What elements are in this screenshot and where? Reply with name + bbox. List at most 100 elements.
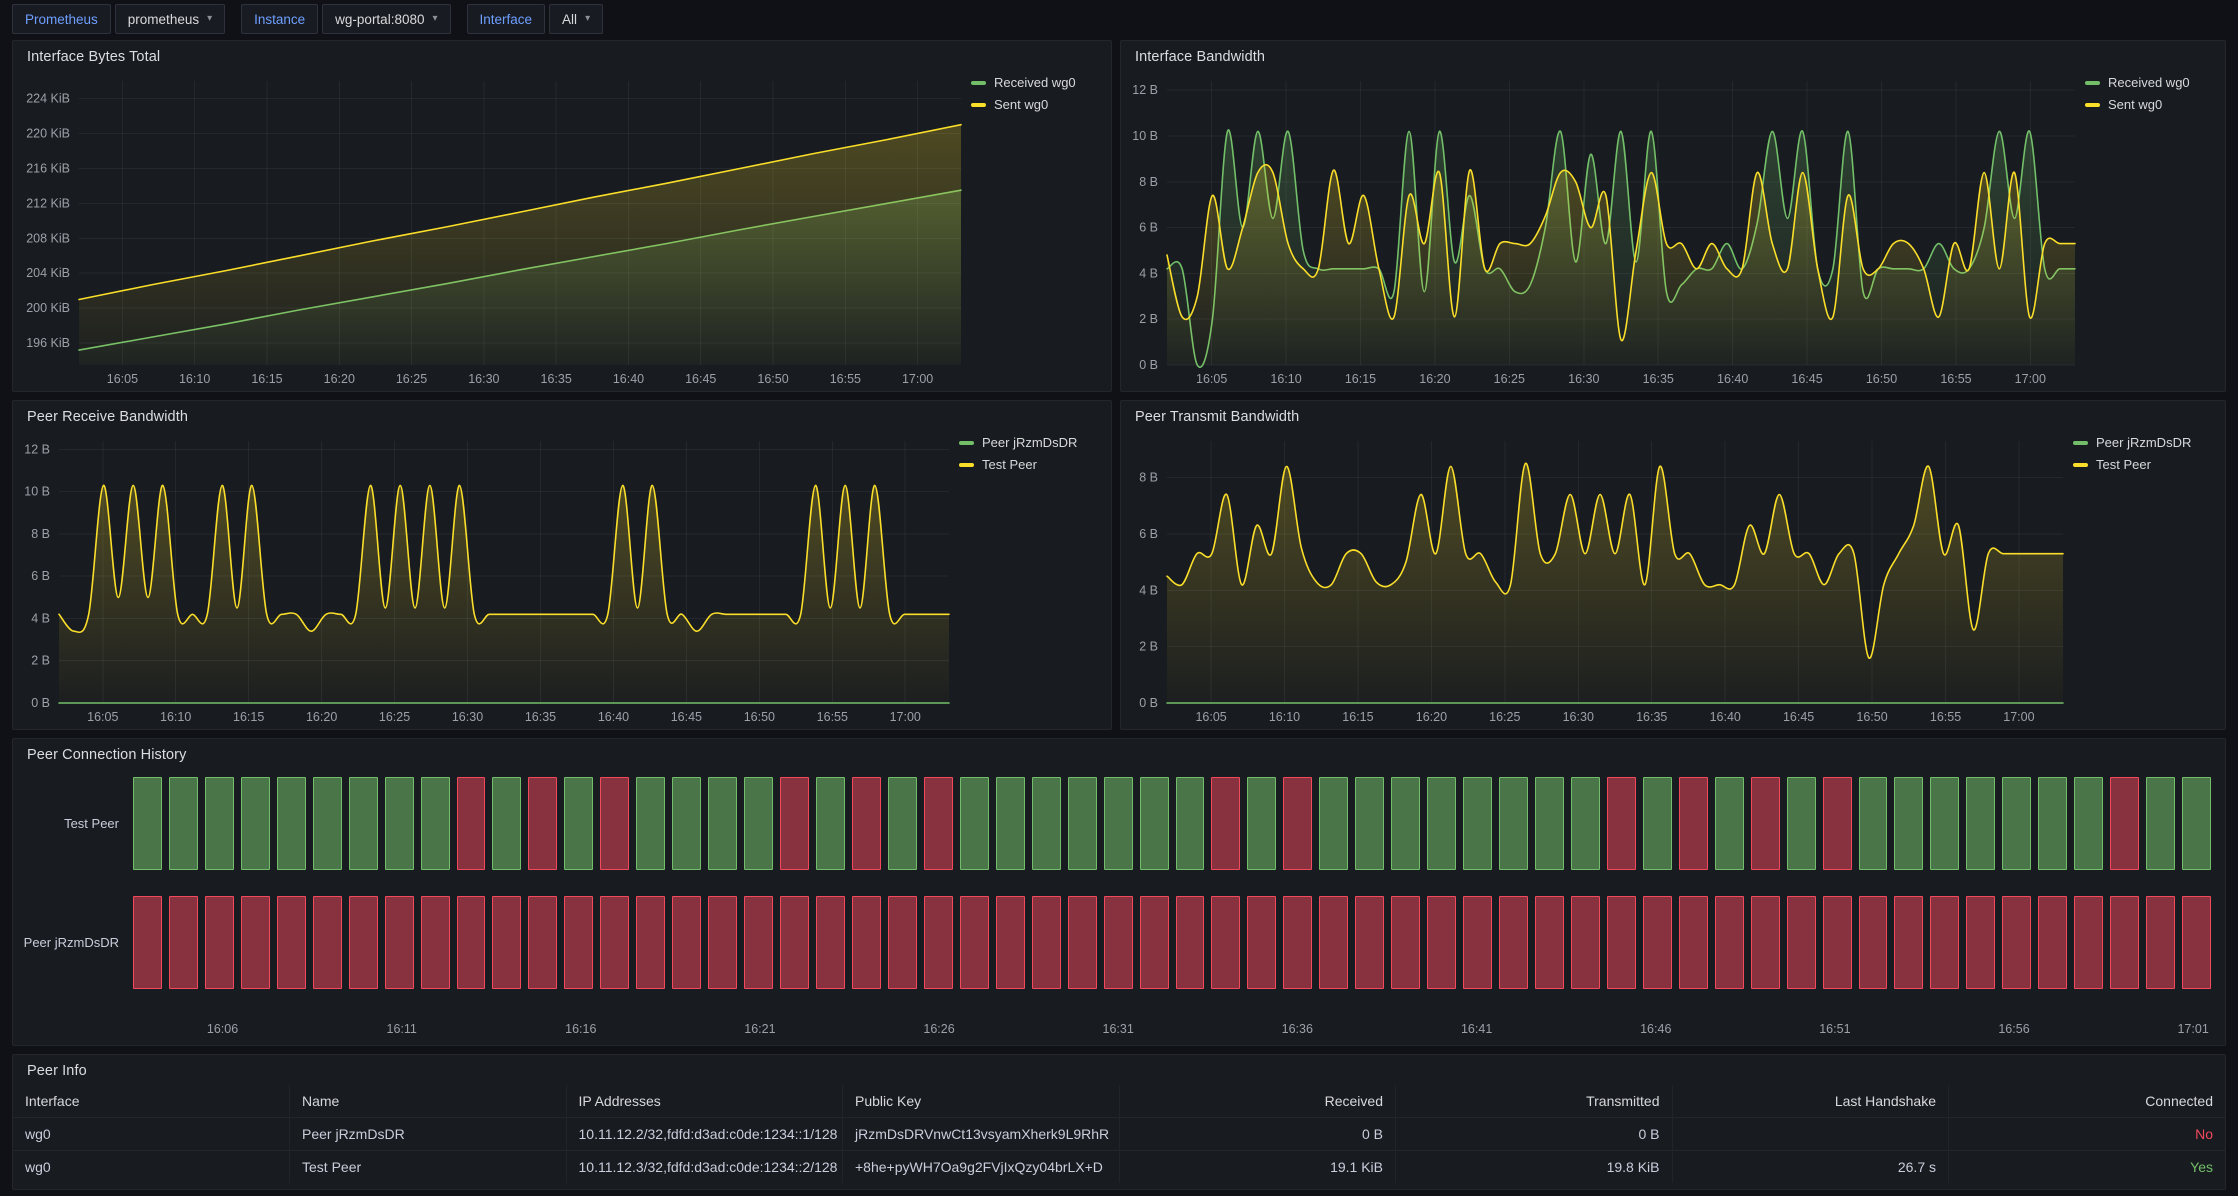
svg-text:16:15: 16:15 <box>251 372 282 386</box>
status-bar-down <box>564 896 593 989</box>
column-header-received[interactable]: Received <box>1119 1085 1396 1118</box>
peer-info-table-wrap: InterfaceNameIP AddressesPublic KeyRecei… <box>13 1083 2225 1189</box>
status-bar-up <box>1966 777 1995 870</box>
svg-text:220 KiB: 220 KiB <box>26 126 70 140</box>
status-bar-down <box>385 896 414 989</box>
status-bar-up <box>1787 777 1816 870</box>
panel-title[interactable]: Interface Bandwidth <box>1121 41 2225 69</box>
legend-series-swatch <box>2085 103 2100 107</box>
variable-value-prometheus-dropdown[interactable]: prometheus ▾ <box>115 4 225 34</box>
svg-text:16:55: 16:55 <box>1940 372 1971 386</box>
status-bar-up <box>996 777 1025 870</box>
column-header-interface[interactable]: Interface <box>13 1085 290 1118</box>
cell-name: Peer jRzmDsDR <box>290 1118 567 1151</box>
panel-title[interactable]: Interface Bytes Total <box>13 41 1111 69</box>
status-bar-up <box>241 777 270 870</box>
status-bar-down <box>1247 896 1276 989</box>
status-axis-tick: 16:56 <box>1998 1022 2029 1036</box>
status-bar-down <box>1391 896 1420 989</box>
table-row: wg0Test Peer10.11.12.3/32,fdfd:d3ad:c0de… <box>13 1151 2225 1184</box>
variable-label-text: Instance <box>254 12 305 27</box>
legend-item-test-peer[interactable]: Test Peer <box>2073 457 2215 472</box>
cell-ip-addresses: 10.11.12.2/32,fdfd:d3ad:c0de:1234::1/128 <box>566 1118 843 1151</box>
status-bar-up <box>1930 777 1959 870</box>
status-bar-down <box>1176 896 1205 989</box>
svg-text:16:55: 16:55 <box>817 710 848 724</box>
column-header-name[interactable]: Name <box>290 1085 567 1118</box>
panel-title[interactable]: Peer Transmit Bandwidth <box>1121 401 2225 429</box>
column-header-last-handshake[interactable]: Last Handshake <box>1672 1085 1949 1118</box>
peer-transmit-bandwidth-chart[interactable]: 0 B2 B4 B6 B8 B16:0516:1016:1516:2016:25… <box>1121 429 2073 729</box>
status-bar-up <box>1068 777 1097 870</box>
svg-text:16:20: 16:20 <box>324 372 355 386</box>
status-bar-down <box>708 896 737 989</box>
column-header-connected[interactable]: Connected <box>1949 1085 2226 1118</box>
legend-item-peer-jrzmdsdr[interactable]: Peer jRzmDsDR <box>959 435 1101 450</box>
status-bar-up <box>672 777 701 870</box>
peer-connection-history-chart[interactable]: Test PeerPeer jRzmDsDR16:0616:1116:1616:… <box>13 767 2225 1045</box>
column-header-transmitted[interactable]: Transmitted <box>1396 1085 1673 1118</box>
interface-bandwidth-chart[interactable]: 0 B2 B4 B6 B8 B10 B12 B16:0516:1016:1516… <box>1121 69 2085 391</box>
status-bar-down <box>313 896 342 989</box>
column-header-public-key[interactable]: Public Key <box>843 1085 1120 1118</box>
interface-bytes-total-chart[interactable]: 196 KiB200 KiB204 KiB208 KiB212 KiB216 K… <box>13 69 971 391</box>
svg-text:8 B: 8 B <box>1139 471 1158 485</box>
status-bar-down <box>349 896 378 989</box>
svg-text:200 KiB: 200 KiB <box>26 301 70 315</box>
status-axis-tick: 16:11 <box>386 1022 416 1036</box>
svg-text:6 B: 6 B <box>31 569 50 583</box>
panel-title[interactable]: Peer Info <box>13 1055 2225 1083</box>
status-bar-up <box>1104 777 1133 870</box>
status-bar-down <box>1751 777 1780 870</box>
svg-text:16:20: 16:20 <box>306 710 337 724</box>
svg-text:12 B: 12 B <box>1132 83 1158 97</box>
status-lane-label: Test Peer <box>13 777 133 870</box>
svg-text:0 B: 0 B <box>1139 696 1158 710</box>
svg-text:16:55: 16:55 <box>1930 710 1961 724</box>
legend-item-test-peer[interactable]: Test Peer <box>959 457 1101 472</box>
legend-series-swatch <box>971 81 986 85</box>
legend-series-label: Received wg0 <box>2108 75 2190 90</box>
svg-text:16:50: 16:50 <box>1856 710 1887 724</box>
legend-item-sent-wg0[interactable]: Sent wg0 <box>971 97 1101 112</box>
status-bar-up <box>2074 777 2103 870</box>
status-bar-up <box>1535 777 1564 870</box>
status-bar-down <box>780 896 809 989</box>
svg-text:16:40: 16:40 <box>598 710 629 724</box>
peer-receive-bandwidth-chart[interactable]: 0 B2 B4 B6 B8 B10 B12 B16:0516:1016:1516… <box>13 429 959 729</box>
svg-text:6 B: 6 B <box>1139 221 1158 235</box>
column-header-ip-addresses[interactable]: IP Addresses <box>566 1085 843 1118</box>
panel-title[interactable]: Peer Connection History <box>13 739 2225 767</box>
legend-item-peer-jrzmdsdr[interactable]: Peer jRzmDsDR <box>2073 435 2215 450</box>
svg-text:16:40: 16:40 <box>1717 372 1748 386</box>
cell-connected: Yes <box>1949 1151 2226 1184</box>
variable-value-instance-dropdown[interactable]: wg-portal:8080 ▾ <box>322 4 450 34</box>
variable-value-interface-dropdown[interactable]: All ▾ <box>549 4 603 34</box>
legend-series-label: Sent wg0 <box>2108 97 2162 112</box>
status-bar-up <box>1391 777 1420 870</box>
legend-item-received-wg0[interactable]: Received wg0 <box>971 75 1101 90</box>
cell-public-key: +8he+pyWH7Oa9g2FVjIxQzy04brLX+D <box>843 1151 1120 1184</box>
status-bar-down <box>1643 896 1672 989</box>
svg-text:0 B: 0 B <box>31 696 50 710</box>
legend-item-received-wg0[interactable]: Received wg0 <box>2085 75 2215 90</box>
status-bar-up <box>133 777 162 870</box>
status-bar-down <box>2002 896 2031 989</box>
svg-text:2 B: 2 B <box>1139 640 1158 654</box>
svg-text:16:25: 16:25 <box>1489 710 1520 724</box>
svg-text:16:15: 16:15 <box>1342 710 1373 724</box>
status-bar-down <box>852 777 881 870</box>
svg-text:0 B: 0 B <box>1139 358 1158 372</box>
cell-interface: wg0 <box>13 1151 290 1184</box>
legend-item-sent-wg0[interactable]: Sent wg0 <box>2085 97 2215 112</box>
panel-title[interactable]: Peer Receive Bandwidth <box>13 401 1111 429</box>
status-bar-down <box>744 896 773 989</box>
status-bar-down <box>600 896 629 989</box>
status-bar-up <box>636 777 665 870</box>
status-bar-down <box>1679 777 1708 870</box>
svg-text:204 KiB: 204 KiB <box>26 266 70 280</box>
panel-interface-bytes-total: Interface Bytes Total 196 KiB200 KiB204 … <box>12 40 1112 392</box>
cell-transmitted: 0 B <box>1396 1118 1673 1151</box>
status-bar-up <box>960 777 989 870</box>
status-bar-up <box>1176 777 1205 870</box>
